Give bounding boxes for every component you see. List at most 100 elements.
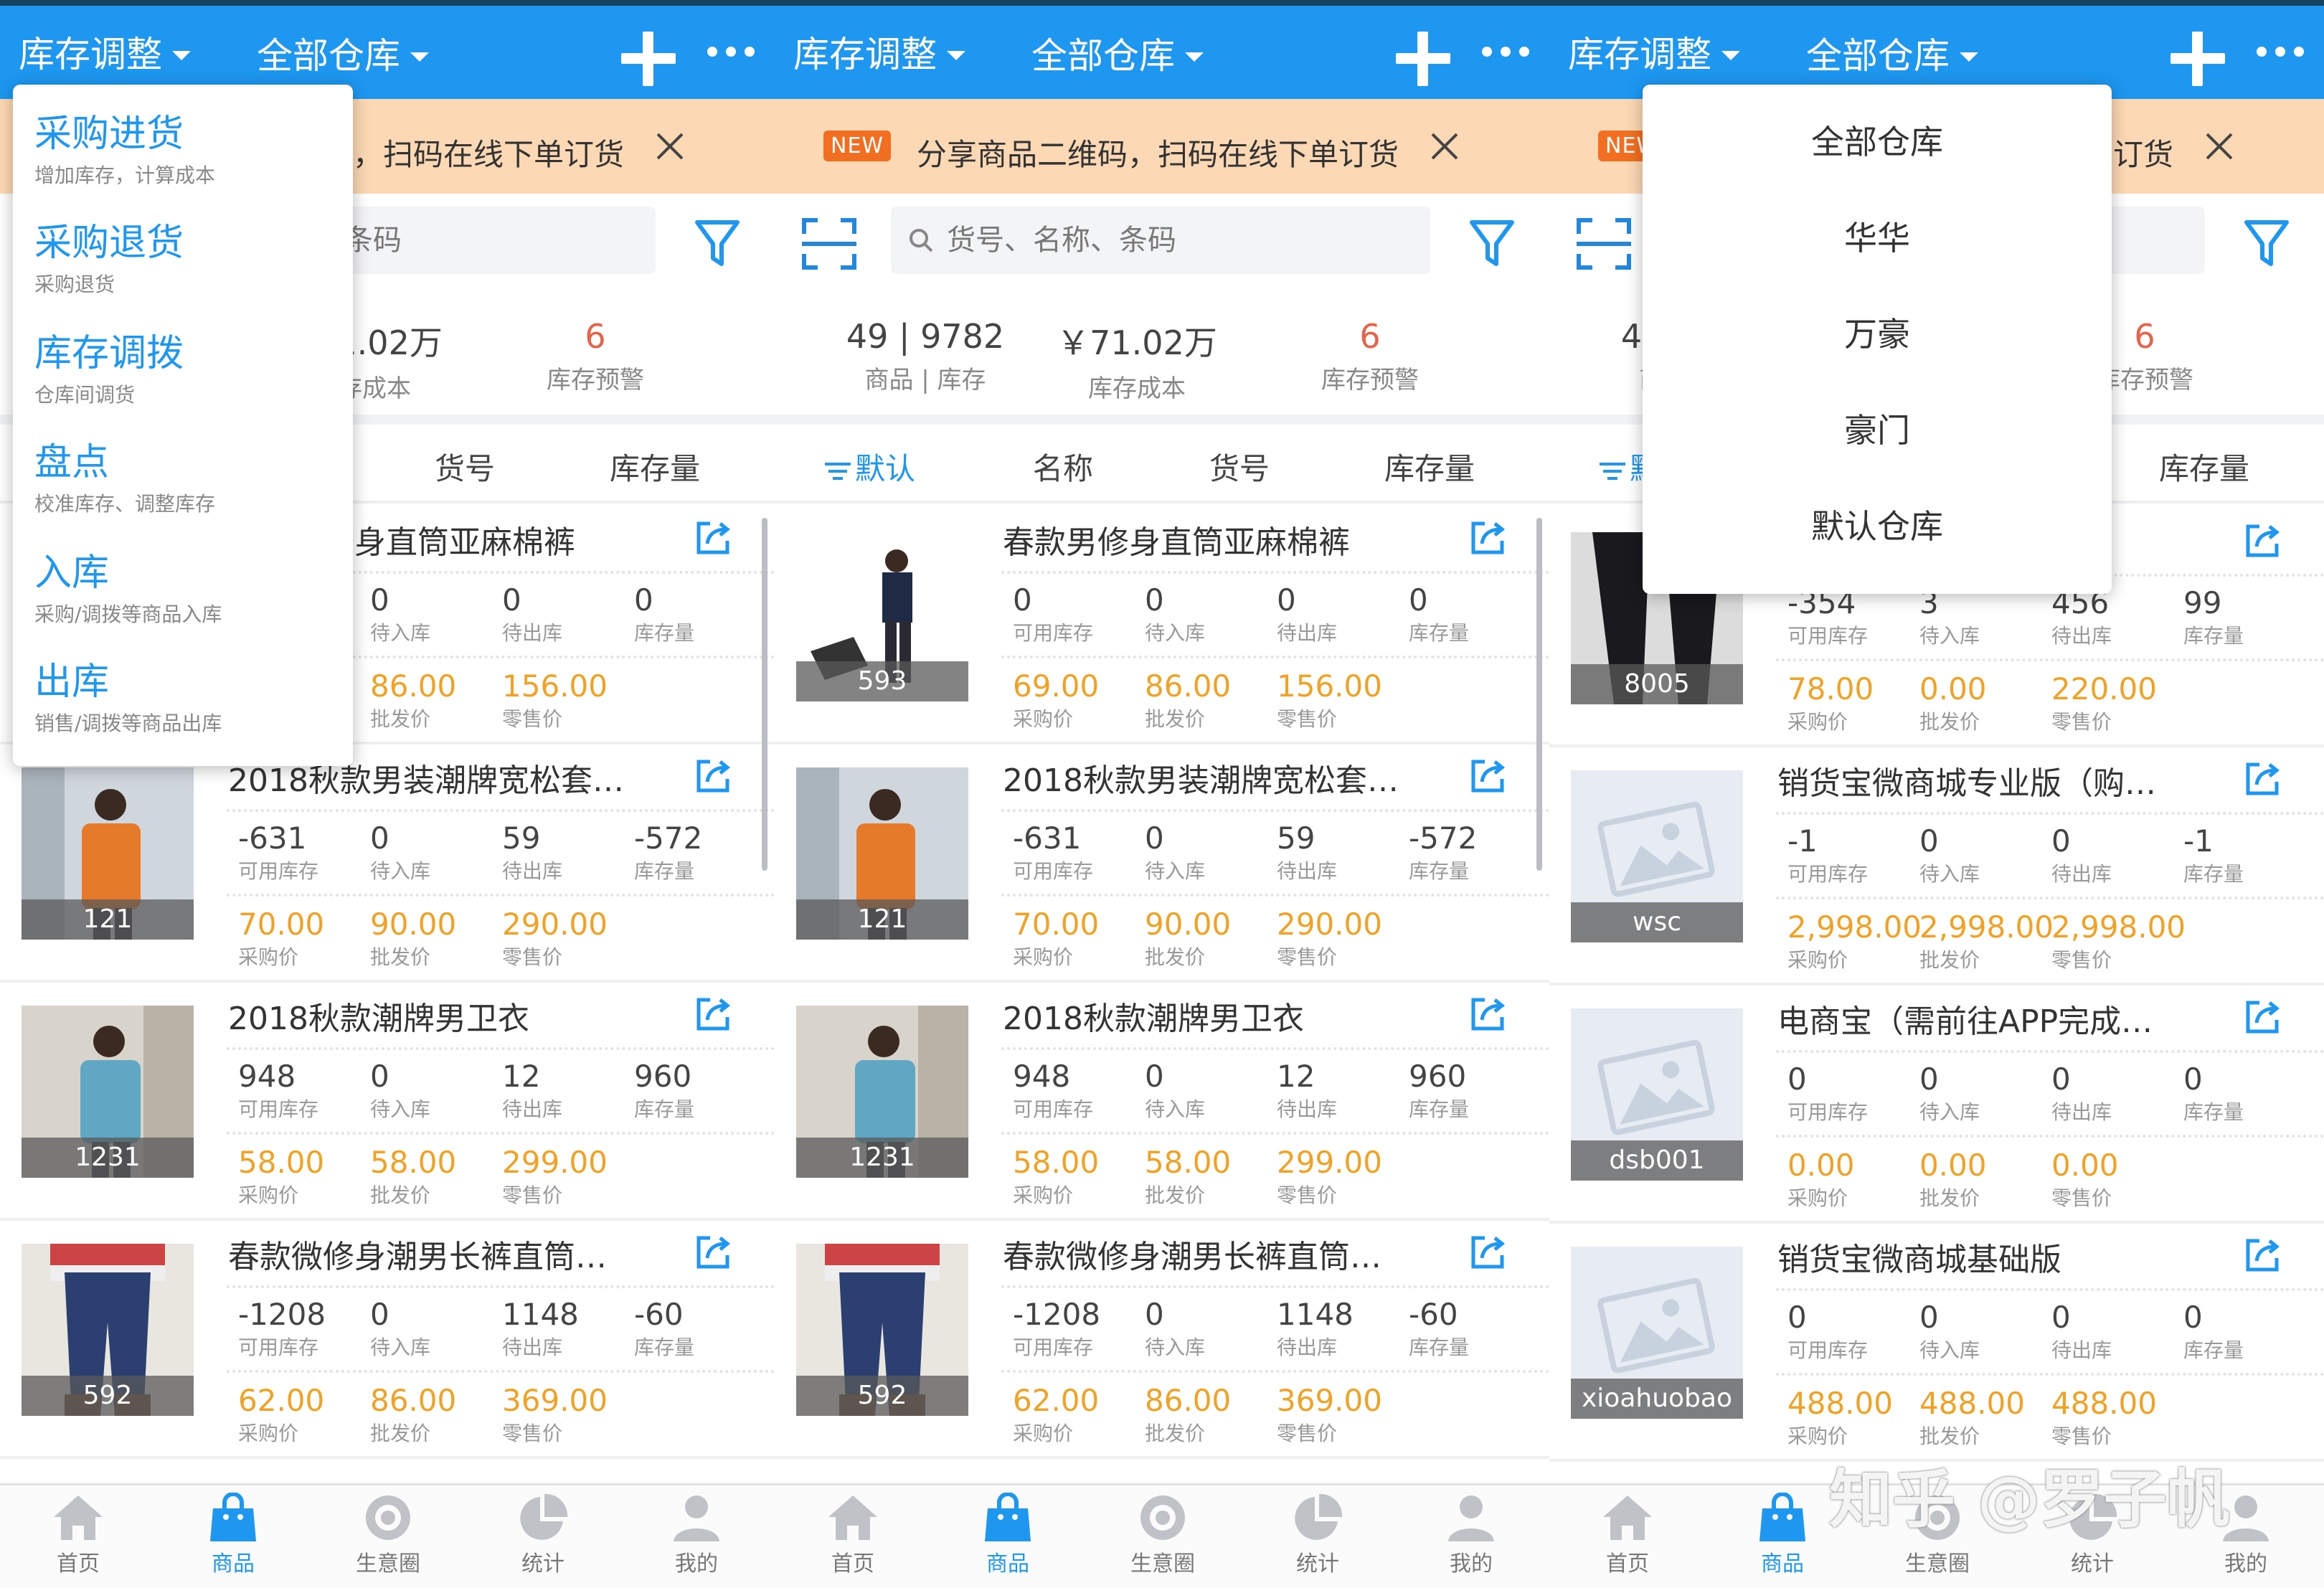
share-icon[interactable] [693,994,733,1034]
sort-tab-name[interactable]: 名称 [1033,445,1093,488]
sort-tab-code[interactable]: 货号 [1209,445,1270,488]
scan-icon[interactable] [1577,218,1631,270]
nav-home[interactable]: 首页 [24,1493,132,1577]
sort-tab-default[interactable]: 默认 [825,445,915,488]
share-icon[interactable] [1468,756,1508,796]
action-menu: 采购进货 增加库存，计算成本 采购退货 采购退货 库存调拨 仓库间调货 盘点 校准库存、… [13,85,353,766]
phone-screen-default: 库存调整 全部仓库 NEW 分享商品二维码，扫码在线下单订货 49 | 9782… [775,0,1549,1588]
search-input[interactable] [947,224,1377,257]
header-title: 库存调整 [1568,34,1711,75]
nav-goods[interactable]: 商品 [1729,1493,1836,1577]
warehouse-option[interactable]: 豪门 [1643,405,2112,452]
title-dropdown[interactable]: 库存调整 [1568,26,1740,77]
close-icon[interactable] [2201,128,2238,165]
nav-circle[interactable]: 生意圈 [334,1493,442,1577]
nav-goods[interactable]: 商品 [954,1493,1062,1577]
nav-goods[interactable]: 商品 [179,1493,287,1577]
title-dropdown[interactable]: 库存调整 [19,26,191,77]
product-title: 销货宝微商城基础版 [1777,1242,2061,1278]
stat-warning[interactable]: 6 库存预警 [502,317,689,395]
warehouse-option[interactable]: 万豪 [1643,308,2112,356]
nav-home[interactable]: 首页 [1574,1493,1681,1577]
close-icon[interactable] [1426,128,1463,165]
sort-tab-code[interactable]: 货号 [435,445,495,488]
product-row[interactable]: 121 2018秋款男装潮牌宽松套… -631 可用库存 0 待入库 59 待出库 -… [0,745,775,983]
stat-count[interactable]: 49 | 9782商品 | 库存 [832,317,1019,395]
share-icon[interactable] [693,518,733,558]
add-icon[interactable] [621,32,676,86]
warehouse-option[interactable]: 华华 [1643,212,2112,260]
product-thumbnail: 1231 [796,1006,968,1178]
image-placeholder-icon [1597,801,1715,897]
close-icon[interactable] [651,128,689,165]
phone-screen-warehouse-menu: 库存调整 全部仓库 NEW 分享商品二维码，扫码在线下单订货 49 | 9782… [1549,0,2324,1588]
menu-item-outbound[interactable]: 出库 销售/调拨等商品出库 [34,651,222,737]
product-row[interactable]: dsb001 电商宝（需前往APP完成… 0 可用库存 0 待入库 0 待出库 0 库存… [1549,986,2324,1224]
menu-item-transfer[interactable]: 库存调拨 仓库间调货 [34,323,184,408]
product-row[interactable]: xioahuobao 销货宝微商城基础版 0 可用库存 0 待入库 0 待出库 0 库存… [1549,1224,2324,1462]
stat-warning[interactable]: 6 库存预警 [1277,317,1463,395]
warehouse-dropdown[interactable]: 全部仓库 [1806,27,1978,79]
more-icon[interactable] [707,43,755,60]
stats-bar: 49 | 9782商品 | 库存 ￥71.02万库存成本 6库存预警 [775,285,1549,415]
filter-icon[interactable] [694,218,740,270]
sort-tab-stock[interactable]: 库存量 [2159,445,2249,488]
title-dropdown[interactable]: 库存调整 [793,26,965,77]
share-icon[interactable] [693,756,733,796]
warehouse-dropdown[interactable]: 全部仓库 [1031,27,1204,79]
sort-tab-stock[interactable]: 库存量 [1384,445,1475,488]
more-icon[interactable] [2257,43,2304,60]
warehouse-option[interactable]: 全部仓库 [1643,116,2112,164]
product-thumbnail: 121 [796,767,968,940]
sort-icon [825,461,851,481]
nav-mine[interactable]: 我的 [1417,1493,1525,1577]
share-icon[interactable] [1468,1232,1508,1272]
more-icon[interactable] [1482,43,1529,60]
menu-item-stocktake[interactable]: 盘点 校准库存、调整库存 [34,432,215,517]
add-icon[interactable] [1396,32,1450,86]
nav-mine[interactable]: 我的 [643,1493,750,1577]
warehouse-dropdown[interactable]: 全部仓库 [257,27,429,79]
sort-tab-stock[interactable]: 库存量 [610,445,700,488]
product-title: 春款微修身潮男长裤直筒… [228,1239,607,1275]
product-row[interactable]: 1231 2018秋款潮牌男卫衣 948 可用库存 0 待入库 12 待出库 960 库… [775,983,1549,1221]
share-icon[interactable] [2242,521,2282,561]
product-row[interactable]: 592 春款微修身潮男长裤直筒… -1208 可用库存 0 待入库 1148 待出库 … [0,1221,775,1459]
menu-item-purchase[interactable]: 采购进货 增加库存，计算成本 [34,103,215,189]
warehouse-option[interactable]: 默认仓库 [1643,501,2112,548]
share-icon[interactable] [2242,759,2282,799]
nav-home[interactable]: 首页 [799,1493,907,1577]
menu-item-purchase-return[interactable]: 采购退货 采购退货 [34,212,184,298]
product-row[interactable]: 121 2018秋款男装潮牌宽松套… -631 可用库存 0 待入库 59 待出库 -… [775,745,1549,983]
scan-icon[interactable] [802,218,856,270]
nav-stats[interactable]: 统计 [489,1493,597,1577]
add-icon[interactable] [2171,32,2225,86]
search-box[interactable] [891,207,1430,274]
product-title: 春款微修身潮男长裤直筒… [1003,1239,1381,1275]
product-row[interactable]: 592 春款微修身潮男长裤直筒… -1208 可用库存 0 待入库 1148 待出库 … [775,1221,1549,1459]
product-row[interactable]: 1231 2018秋款潮牌男卫衣 948 可用库存 0 待入库 12 待出库 960 库… [0,983,775,1221]
scrollbar[interactable] [762,518,767,871]
share-icon[interactable] [2242,997,2282,1037]
user-icon [674,1495,719,1541]
caret-down-icon [410,52,429,62]
nav-stats[interactable]: 统计 [1264,1493,1371,1577]
nav-circle[interactable]: 生意圈 [1109,1493,1217,1577]
share-icon[interactable] [1468,518,1508,558]
shopping-bag-icon [210,1493,256,1541]
scrollbar[interactable] [1536,518,1542,871]
filter-icon[interactable] [1469,218,1515,270]
share-icon[interactable] [1468,994,1508,1034]
caret-down-icon [1960,52,1978,62]
shopping-bag-icon [1759,1493,1805,1541]
sort-tabs: 默认 名称 货号 库存量 [775,425,1549,504]
product-row[interactable]: wsc 销货宝微商城专业版（购… -1 可用库存 0 待入库 0 待出库 -1 库存量 … [1549,747,2324,986]
share-icon[interactable] [2242,1235,2282,1275]
stat-cost[interactable]: ￥71.02万库存成本 [1047,317,1227,404]
menu-item-inbound[interactable]: 入库 采购/调拨等商品入库 [34,542,222,628]
caret-down-icon [172,50,191,60]
share-icon[interactable] [693,1232,733,1272]
filter-icon[interactable] [2244,218,2290,270]
promo-banner[interactable]: NEW 分享商品二维码，扫码在线下单订货 [775,99,1549,194]
product-row[interactable]: 593 春款男修身直筒亚麻棉裤 0可用库存 0待入库 0待出库 0库存量 69.… [775,506,1549,745]
